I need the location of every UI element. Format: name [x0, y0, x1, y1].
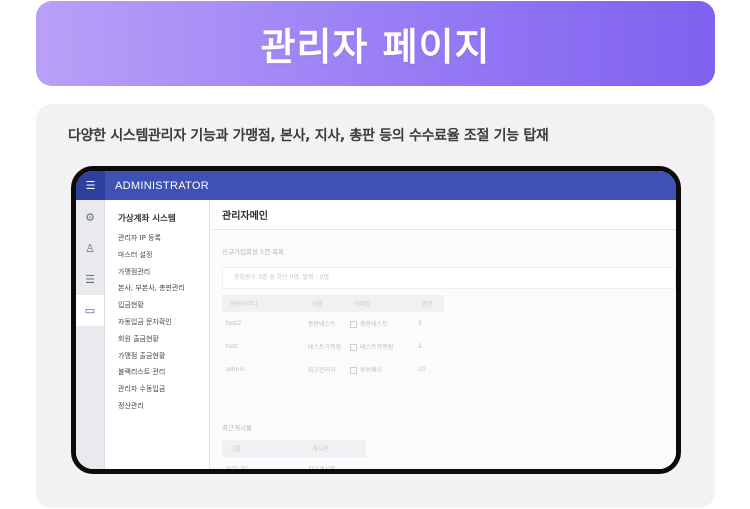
column-header: 이름	[304, 295, 346, 312]
sidebar: 가상계좌 시스템 관리자 IP 등록 마스터 설정 가맹점관리 본사, 부본사, 총판…	[105, 200, 210, 469]
icon-rail: ⚙ ♙ ☰ ▭	[76, 200, 105, 469]
folder-icon[interactable]: ▭	[76, 295, 104, 326]
sidebar-item[interactable]: 관리자 수동입금	[118, 381, 209, 398]
document-icon	[350, 321, 357, 328]
cell-text: 2	[418, 343, 422, 350]
header-banner: 관리자 페이지	[36, 1, 715, 86]
table-row[interactable]: admin 최고관리자 투브페이 10	[222, 358, 444, 381]
table-header-row: 회원아이디 이름 닉네임 권한	[222, 295, 444, 312]
sidebar-item[interactable]: 블랙리스트 관리	[118, 364, 209, 381]
app-title: ADMINISTRATOR	[115, 179, 209, 192]
cell-text: 총판테스트	[308, 321, 336, 328]
sidebar-title: 가상계좌 시스템	[118, 214, 176, 224]
table-row[interactable]: test2 총판테스트 총판테스트 3	[222, 312, 444, 335]
cell-text: test2	[226, 320, 242, 327]
table-body: 커뮤니티 자유게시판	[222, 457, 366, 473]
cell-text: 최고관리자	[308, 367, 336, 374]
sidebar-item[interactable]: 마스터 설정	[118, 247, 209, 264]
table-cell: 10	[414, 358, 444, 381]
table-cell: 총판테스트	[304, 312, 346, 335]
cell-text: 총판테스트	[360, 321, 388, 328]
device-frame: ☰ ADMINISTRATOR ⚙ ♙ ☰ ▭ 가상계좌 시스템 관리자 IP 등록 마…	[71, 166, 681, 474]
column-header: 닉네임	[346, 295, 414, 312]
sidebar-menu: 관리자 IP 등록 마스터 설정 가맹점관리 본사, 부본사, 총판관리 입금현황 자동입…	[118, 230, 209, 415]
user-icon[interactable]: ♙	[76, 233, 104, 264]
sidebar-item[interactable]: 정산관리	[118, 398, 209, 415]
table-row[interactable]: test 테스트가맹점 테스트가맹점 2	[222, 335, 444, 358]
cell-text: 10	[418, 366, 426, 373]
recent-posts-table: 그룹 게시판 커뮤니티 자유게시판	[222, 440, 366, 473]
table-cell: 커뮤니티	[222, 457, 304, 473]
table-cell: test2	[222, 312, 304, 335]
sidebar-item[interactable]: 가맹점 출금현황	[118, 348, 209, 365]
cell-text: 커뮤니티	[226, 466, 249, 473]
main-content: 관리자메인 신규가입회원 5건 목록 총회원수 3명 중 차단 0명, 탈퇴 :…	[210, 200, 676, 469]
recent-posts-title: 최근게시물	[222, 424, 252, 432]
sidebar-item[interactable]: 관리자 IP 등록	[118, 230, 209, 247]
cell-text: test	[226, 343, 238, 350]
cell-text: 투브페이	[360, 367, 383, 374]
table-header-row: 그룹 게시판	[222, 440, 366, 457]
column-header: 그룹	[222, 440, 304, 457]
cell-text: 3	[418, 320, 422, 327]
document-icon	[350, 344, 357, 351]
sidebar-item[interactable]: 자동입금 문자확인	[118, 314, 209, 331]
cell-text: 테스트가맹점	[308, 344, 342, 351]
table-cell: test	[222, 335, 304, 358]
list-icon[interactable]: ☰	[76, 264, 104, 295]
sidebar-item[interactable]: 본사, 부본사, 총판관리	[118, 280, 209, 297]
sidebar-item[interactable]: 회원 출금현황	[118, 331, 209, 348]
page-title: 관리자메인	[210, 200, 676, 230]
new-members-table: 회원아이디 이름 닉네임 권한 test2 총판테스트 총판테스트 3 test 테스트가맹점 테…	[222, 295, 444, 381]
feature-panel: 다양한 시스템관리자 기능과 가맹점, 본사, 지사, 총판 등의 수수료율 조…	[36, 104, 715, 508]
cell-text: 자유게시판	[308, 466, 336, 473]
cell-text: admin	[226, 366, 245, 373]
table-cell: 테스트가맹점	[304, 335, 346, 358]
table-cell: 테스트가맹점	[346, 335, 414, 358]
table-cell: 3	[414, 312, 444, 335]
table-cell: 최고관리자	[304, 358, 346, 381]
banner-title: 관리자 페이지	[260, 25, 491, 69]
table-row[interactable]: 커뮤니티 자유게시판	[222, 457, 366, 473]
feature-description: 다양한 시스템관리자 기능과 가맹점, 본사, 지사, 총판 등의 수수료율 조…	[68, 128, 549, 144]
member-summary: 총회원수 3명 중 차단 0명, 탈퇴 : 0명	[222, 267, 676, 289]
sidebar-item[interactable]: 입금현황	[118, 297, 209, 314]
column-header: 회원아이디	[222, 295, 304, 312]
column-header: 권한	[414, 295, 444, 312]
table-cell: 총판테스트	[346, 312, 414, 335]
table-cell: 자유게시판	[304, 457, 366, 473]
gear-icon[interactable]: ⚙	[76, 202, 104, 233]
column-header: 게시판	[304, 440, 366, 457]
sidebar-item[interactable]: 가맹점관리	[118, 264, 209, 281]
new-members-title: 신규가입회원 5건 목록	[222, 248, 285, 256]
cell-text: 테스트가맹점	[360, 344, 394, 351]
app-topbar: ☰ ADMINISTRATOR	[76, 171, 676, 200]
menu-collapse-icon[interactable]: ☰	[76, 171, 105, 200]
table-cell: 2	[414, 335, 444, 358]
table-cell: admin	[222, 358, 304, 381]
main-body: 신규가입회원 5건 목록 총회원수 3명 중 차단 0명, 탈퇴 : 0명 회원…	[210, 231, 676, 469]
table-cell: 투브페이	[346, 358, 414, 381]
document-icon	[350, 367, 357, 374]
table-body: test2 총판테스트 총판테스트 3 test 테스트가맹점 테스트가맹점 2 admin 최고…	[222, 312, 444, 381]
